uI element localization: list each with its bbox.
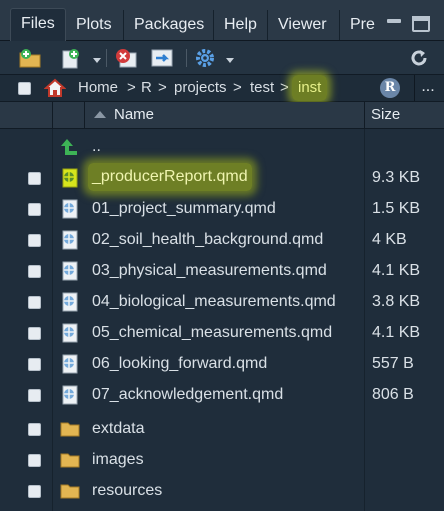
folder-icon xyxy=(60,453,80,468)
gear-icon[interactable] xyxy=(194,47,218,69)
refresh-icon[interactable] xyxy=(408,47,430,69)
column-header-size[interactable]: Size xyxy=(371,102,400,128)
file-checkbox[interactable] xyxy=(28,389,41,402)
file-size: 4 KB xyxy=(372,231,407,248)
tab-files[interactable]: Files xyxy=(10,8,66,41)
file-checkbox[interactable] xyxy=(28,327,41,340)
files-toolbar xyxy=(0,41,444,75)
breadcrumb-separator: > xyxy=(280,79,289,96)
breadcrumb-separator: > xyxy=(127,79,136,96)
file-row[interactable]: 01_project_summary.qmd 1.5 KB xyxy=(0,193,444,224)
breadcrumb: Home > R > projects > test > inst R ... xyxy=(0,75,444,102)
file-list-header: Name Size xyxy=(0,102,444,129)
parent-directory-row[interactable]: .. xyxy=(0,131,444,162)
tab-packages[interactable]: Packages xyxy=(124,10,214,40)
folder-row[interactable]: resources xyxy=(0,475,444,506)
tab-help[interactable]: Help xyxy=(214,10,268,40)
file-size: 9.3 KB xyxy=(372,169,421,186)
quarto-file-icon xyxy=(62,199,78,219)
file-checkbox[interactable] xyxy=(28,423,41,436)
file-name-link[interactable]: 05_chemical_measurements.qmd xyxy=(92,317,332,348)
file-checkbox[interactable] xyxy=(28,296,41,309)
new-folder-icon[interactable] xyxy=(18,47,44,69)
more-options-button[interactable]: ... xyxy=(414,75,441,101)
folder-name-link[interactable]: extdata xyxy=(92,413,144,444)
file-checkbox[interactable] xyxy=(28,234,41,247)
breadcrumb-test[interactable]: test xyxy=(250,75,274,101)
folder-name-link[interactable]: resources xyxy=(92,475,162,506)
file-size: 557 B xyxy=(372,355,414,372)
breadcrumb-separator: > xyxy=(233,79,242,96)
quarto-file-icon xyxy=(62,261,78,281)
column-divider xyxy=(364,102,365,128)
quarto-file-icon xyxy=(62,230,78,250)
file-size: 1.5 KB xyxy=(372,200,421,217)
minimize-pane-icon[interactable] xyxy=(384,14,404,32)
new-file-dropdown-icon[interactable] xyxy=(93,58,101,63)
file-checkbox[interactable] xyxy=(28,172,41,185)
folder-icon xyxy=(60,484,80,499)
file-name-link[interactable]: _producerReport.qmd xyxy=(88,163,252,191)
rename-icon[interactable] xyxy=(150,47,176,69)
column-header-name[interactable]: Name xyxy=(114,102,154,128)
quarto-file-icon xyxy=(62,354,78,374)
breadcrumb-inst[interactable]: inst xyxy=(292,75,328,101)
folder-icon xyxy=(60,422,80,437)
breadcrumb-r[interactable]: R xyxy=(141,75,152,101)
file-size: 4.1 KB xyxy=(372,262,421,279)
quarto-file-icon xyxy=(62,385,78,405)
select-all-checkbox[interactable] xyxy=(18,82,31,95)
folder-row[interactable]: extdata xyxy=(0,413,444,444)
tab-presentation[interactable]: Pre xyxy=(340,10,376,40)
file-row[interactable]: 03_physical_measurements.qmd 4.1 KB xyxy=(0,255,444,286)
quarto-file-icon xyxy=(62,168,78,188)
quarto-file-icon xyxy=(62,292,78,312)
parent-directory-link[interactable]: .. xyxy=(92,131,101,162)
file-row[interactable]: 04_biological_measurements.qmd 3.8 KB xyxy=(0,286,444,317)
file-size: 4.1 KB xyxy=(372,324,421,341)
quarto-file-icon xyxy=(62,323,78,343)
file-name-link[interactable]: 03_physical_measurements.qmd xyxy=(92,255,327,286)
up-arrow-icon[interactable] xyxy=(60,137,80,157)
delete-icon[interactable] xyxy=(114,47,140,69)
file-checkbox[interactable] xyxy=(28,203,41,216)
sort-ascending-icon xyxy=(94,111,106,118)
new-file-icon[interactable] xyxy=(60,47,84,69)
pane-tab-bar: Files Plots Packages Help Viewer Pre xyxy=(0,0,444,41)
folder-row[interactable]: images xyxy=(0,444,444,475)
file-checkbox[interactable] xyxy=(28,358,41,371)
breadcrumb-separator: > xyxy=(158,79,167,96)
file-list: .. _producerReport.qmd 9.3 KB 01_project… xyxy=(0,129,444,511)
file-checkbox[interactable] xyxy=(28,485,41,498)
more-dropdown-icon[interactable] xyxy=(226,58,234,63)
files-pane: Files Plots Packages Help Viewer Pre Hom… xyxy=(0,0,444,511)
home-icon[interactable] xyxy=(44,78,66,98)
file-checkbox[interactable] xyxy=(28,265,41,278)
file-size: 806 B xyxy=(372,386,414,403)
maximize-pane-icon[interactable] xyxy=(412,16,430,32)
toolbar-divider xyxy=(186,49,187,67)
toolbar-divider xyxy=(106,49,107,67)
column-divider xyxy=(52,102,53,128)
file-name-link[interactable]: 01_project_summary.qmd xyxy=(92,193,276,224)
file-name-link[interactable]: 06_looking_forward.qmd xyxy=(92,348,267,379)
file-name-link[interactable]: 02_soil_health_background.qmd xyxy=(92,224,323,255)
file-row[interactable]: 02_soil_health_background.qmd 4 KB xyxy=(0,224,444,255)
file-name-link[interactable]: 07_acknowledgement.qmd xyxy=(92,379,283,410)
tab-plots[interactable]: Plots xyxy=(66,10,124,40)
column-divider xyxy=(84,102,85,128)
folder-name-link[interactable]: images xyxy=(92,444,144,475)
file-size: 3.8 KB xyxy=(372,293,421,310)
project-r-badge-icon[interactable]: R xyxy=(380,78,400,98)
file-name-link[interactable]: 04_biological_measurements.qmd xyxy=(92,286,336,317)
file-row[interactable]: 07_acknowledgement.qmd 806 B xyxy=(0,379,444,410)
tab-viewer[interactable]: Viewer xyxy=(268,10,340,40)
breadcrumb-projects[interactable]: projects xyxy=(174,75,227,101)
file-checkbox[interactable] xyxy=(28,454,41,467)
file-row[interactable]: 06_looking_forward.qmd 557 B xyxy=(0,348,444,379)
file-row[interactable]: _producerReport.qmd 9.3 KB xyxy=(0,162,444,193)
file-row[interactable]: 05_chemical_measurements.qmd 4.1 KB xyxy=(0,317,444,348)
breadcrumb-home[interactable]: Home xyxy=(78,75,118,101)
